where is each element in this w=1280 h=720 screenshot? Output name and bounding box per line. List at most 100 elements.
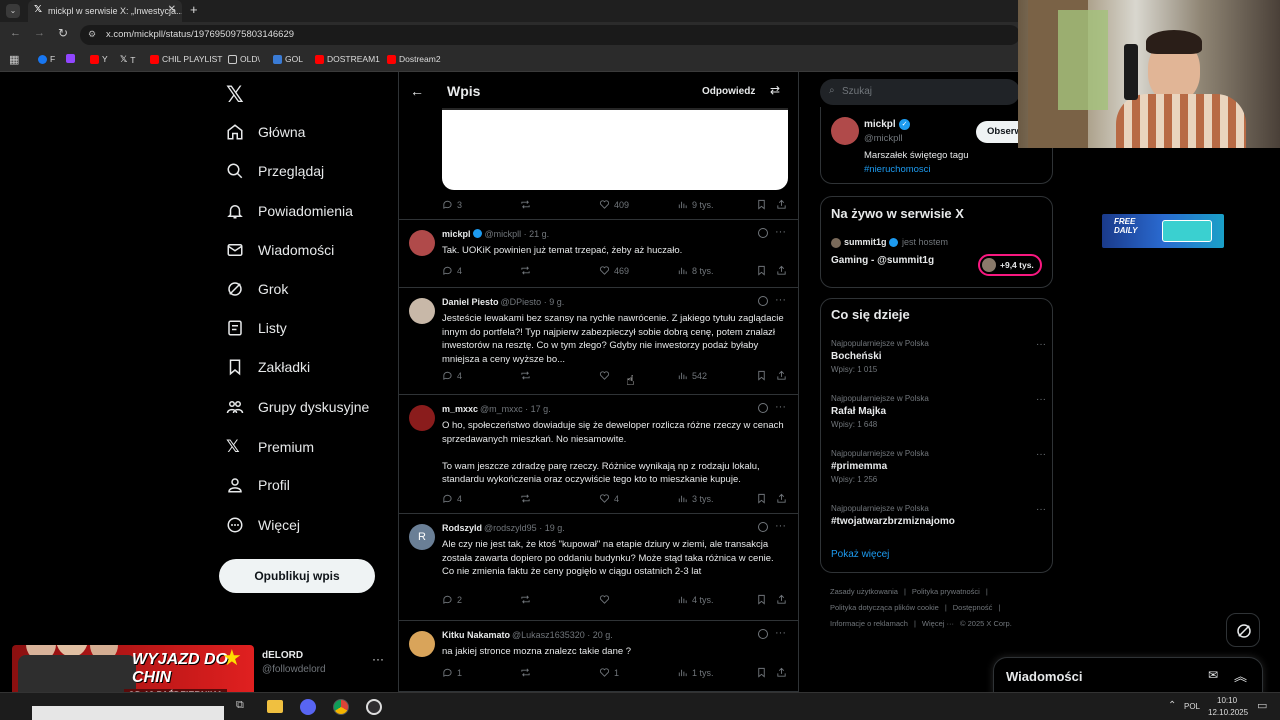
host-name[interactable]: summit1g xyxy=(844,237,887,247)
profile-hashtag[interactable]: #nieruchomosci xyxy=(864,164,931,175)
tray-chevron-icon[interactable]: ⌃ xyxy=(1168,700,1176,711)
bookmark-item[interactable] xyxy=(66,54,75,63)
reply-post[interactable]: mickpl @mickpll · 21 g. ··· Tak. UOKiK powi… xyxy=(399,220,798,288)
like-action[interactable] xyxy=(599,594,614,605)
reply-post[interactable]: R Rodszyld @rodszyld95 · 19 g. ··· Ale czy n… xyxy=(399,514,798,621)
views-action[interactable]: 8 tys. xyxy=(677,265,714,276)
bookmark-action[interactable] xyxy=(756,594,767,605)
share-action[interactable] xyxy=(776,265,787,276)
address-bar[interactable]: ⚙ x.com/mickpll/status/19769509758031466… xyxy=(80,25,1020,45)
profile-name[interactable]: mickpl xyxy=(864,119,896,130)
like-action[interactable] xyxy=(599,370,614,381)
reload-icon[interactable]: ↻ xyxy=(58,26,68,40)
trend-more-icon[interactable]: ··· xyxy=(1036,449,1046,460)
bookmark-action[interactable] xyxy=(756,493,767,504)
bookmark-item[interactable]: 𝕏T xyxy=(120,54,135,65)
nav-home[interactable]: Główna xyxy=(226,123,305,141)
trend-item[interactable]: Najpopularniejsze w Polska #primemma Wpi… xyxy=(831,449,1046,484)
like-action[interactable]: 409 xyxy=(599,199,629,210)
author-name[interactable]: m_mxxc xyxy=(442,404,478,414)
nav-premium[interactable]: 𝕏 Premium xyxy=(226,437,314,457)
trend-more-icon[interactable]: ··· xyxy=(1036,394,1046,405)
trend-item[interactable]: Najpopularniejsze w Polska Rafał Majka W… xyxy=(831,394,1046,429)
x-logo-icon[interactable]: 𝕏 xyxy=(226,82,244,108)
share-action[interactable] xyxy=(776,594,787,605)
footer-link[interactable]: Polityka prywatności xyxy=(912,587,980,596)
nav-messages[interactable]: Wiadomości xyxy=(226,241,334,259)
messages-drawer[interactable]: Wiadomości ✉ ︽ xyxy=(993,657,1263,695)
views-action[interactable]: 3 tys. xyxy=(677,493,714,504)
nav-explore[interactable]: Przeglądaj xyxy=(226,162,324,180)
bookmark-action[interactable] xyxy=(756,265,767,276)
expand-chevron-icon[interactable]: ︽ xyxy=(1234,666,1247,685)
retweet-action[interactable] xyxy=(520,370,535,381)
bookmark-item[interactable]: GOL xyxy=(273,54,303,64)
back-icon[interactable]: ← xyxy=(10,27,21,39)
settings-sliders-icon[interactable]: ⇄ xyxy=(770,83,780,97)
footer-link[interactable]: Zasady użytkowania xyxy=(830,587,898,596)
nav-profile[interactable]: Profil xyxy=(226,476,290,494)
more-options-icon[interactable]: ··· xyxy=(775,401,786,413)
post-time[interactable]: 9 g. xyxy=(549,297,564,307)
obs-icon[interactable] xyxy=(366,699,382,715)
share-action[interactable] xyxy=(776,667,787,678)
author-name[interactable]: Kitku Nakamato xyxy=(442,630,510,640)
tab-search-button[interactable]: ⌄ xyxy=(6,4,20,18)
reply-header-button[interactable]: Odpowiedz xyxy=(702,86,755,97)
taskbar-search[interactable] xyxy=(32,706,224,720)
reply-action[interactable]: 4 xyxy=(442,265,462,276)
trend-item[interactable]: Najpopularniejsze w Polska Bocheński Wpi… xyxy=(831,339,1046,374)
bookmark-item[interactable]: F xyxy=(38,54,55,64)
nav-grok[interactable]: Grok xyxy=(226,280,288,298)
grok-explain-icon[interactable] xyxy=(758,296,768,306)
bookmark-folder[interactable]: OLD\ xyxy=(228,54,260,64)
views-action[interactable]: 4 tys. xyxy=(677,594,714,605)
footer-link[interactable]: Informacje o reklamach xyxy=(830,619,908,628)
reply-action[interactable]: 3 xyxy=(442,199,462,210)
ad-banner[interactable]: FREE DAILY xyxy=(1102,214,1224,248)
grok-explain-icon[interactable] xyxy=(758,629,768,639)
more-options-icon[interactable]: ··· xyxy=(775,294,786,306)
trend-more-icon[interactable]: ··· xyxy=(1036,504,1046,515)
retweet-action[interactable] xyxy=(520,493,535,504)
author-name[interactable]: mickpl xyxy=(442,229,471,239)
footer-link[interactable]: Dostępność xyxy=(953,603,993,612)
publish-post-button[interactable]: Opublikuj wpis xyxy=(219,559,375,593)
new-tab-button[interactable]: + xyxy=(190,2,198,17)
post-time[interactable]: 20 g. xyxy=(593,630,613,640)
bookmark-action[interactable] xyxy=(756,199,767,210)
share-action[interactable] xyxy=(776,370,787,381)
site-info-icon[interactable]: ⚙ xyxy=(88,29,96,40)
retweet-action[interactable] xyxy=(520,594,535,605)
show-more-link[interactable]: Pokaż więcej xyxy=(831,549,889,560)
author-name[interactable]: Rodszyld xyxy=(442,523,482,533)
bookmark-action[interactable] xyxy=(756,667,767,678)
avatar[interactable] xyxy=(409,405,435,431)
new-message-icon[interactable]: ✉ xyxy=(1208,668,1218,682)
back-arrow-icon[interactable]: ← xyxy=(410,83,424,99)
footer-link[interactable]: Polityka dotycząca plików cookie xyxy=(830,603,939,612)
grok-explain-icon[interactable] xyxy=(758,522,768,532)
post-media-image[interactable] xyxy=(442,108,788,190)
nav-lists[interactable]: Listy xyxy=(226,319,287,337)
stream-title[interactable]: Gaming - @summit1g xyxy=(831,255,934,266)
avatar[interactable] xyxy=(409,230,435,256)
avatar[interactable] xyxy=(409,631,435,657)
bookmark-item[interactable]: Y xyxy=(90,54,108,64)
browser-tab-active[interactable]: 𝕏 mickpl w serwisie X: „Inwestycja... ✕ xyxy=(28,0,182,22)
reply-action[interactable]: 4 xyxy=(442,493,462,504)
search-box[interactable]: ⌕ Szukaj xyxy=(820,79,1020,105)
reply-action[interactable]: 4 xyxy=(442,370,462,381)
tab-close-icon[interactable]: ✕ xyxy=(168,4,176,15)
reply-action[interactable]: 1 xyxy=(442,667,462,678)
nav-notifications[interactable]: Powiadomienia xyxy=(226,202,353,220)
bookmark-item[interactable]: DOSTREAM1 xyxy=(315,54,380,64)
forward-icon[interactable]: → xyxy=(34,27,45,39)
more-options-icon[interactable]: ··· xyxy=(775,520,786,532)
author-handle[interactable]: @rodszyld95 xyxy=(484,523,537,533)
more-options-icon[interactable]: ··· xyxy=(775,226,786,238)
task-view-icon[interactable]: ⧉ xyxy=(236,699,244,712)
grok-explain-icon[interactable] xyxy=(758,403,768,413)
account-more-icon[interactable]: ··· xyxy=(372,652,384,666)
viewers-pill[interactable]: +9,4 tys. xyxy=(978,254,1042,276)
